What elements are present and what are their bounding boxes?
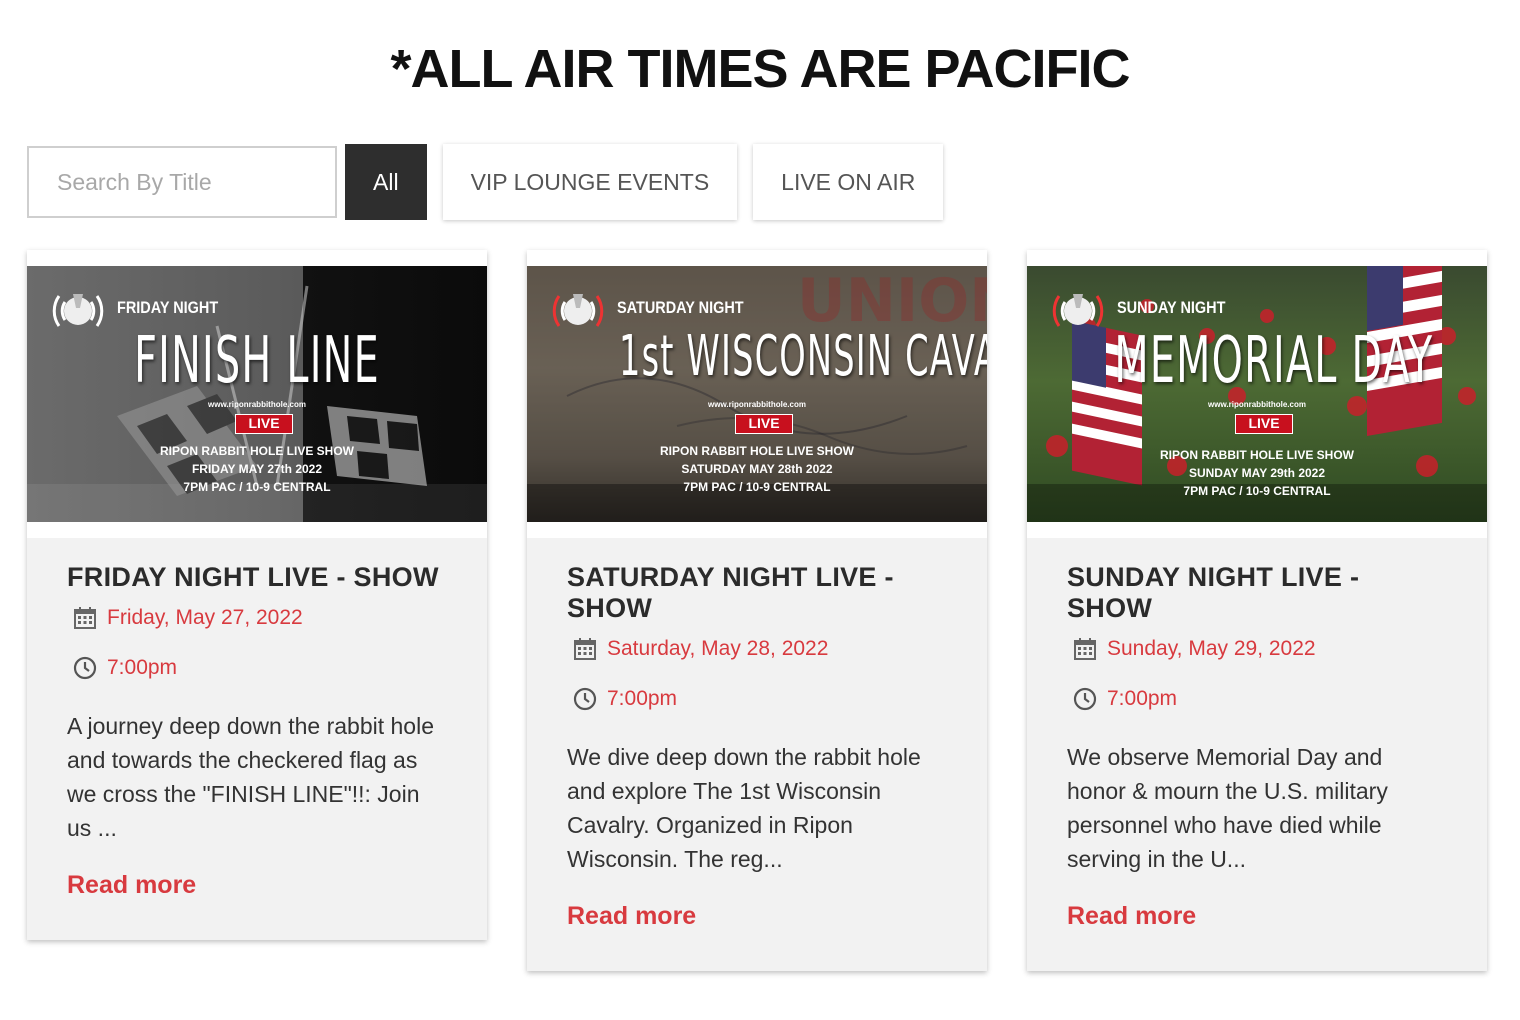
calendar-icon xyxy=(574,638,596,660)
event-time: 7:00pm xyxy=(107,656,178,679)
event-date: Friday, May 27, 2022 xyxy=(107,606,303,629)
event-date-row: Friday, May 27, 2022 xyxy=(67,605,447,631)
search-input[interactable] xyxy=(27,146,337,218)
event-date: Sunday, May 29, 2022 xyxy=(1107,637,1316,660)
banner-night-label: SATURDAY NIGHT xyxy=(617,298,744,317)
live-badge: LIVE xyxy=(1235,414,1293,434)
event-banner-image[interactable]: FRIDAY NIGHT FINISH LINE www.riponrabbit… xyxy=(27,266,487,522)
event-date-row: Sunday, May 29, 2022 xyxy=(1067,636,1447,662)
rabbit-radio-logo-icon xyxy=(1052,294,1104,327)
event-excerpt: A journey deep down the rabbit hole and … xyxy=(67,713,434,841)
banner-info: RIPON RABBIT HOLE LIVE SHOW FRIDAY MAY 2… xyxy=(27,442,487,496)
banner-info-line: 7PM PAC / 10-9 CENTRAL xyxy=(683,480,831,494)
banner-info-line: 7PM PAC / 10-9 CENTRAL xyxy=(1183,484,1331,498)
banner-info-line: RIPON RABBIT HOLE LIVE SHOW xyxy=(159,444,354,458)
event-excerpt: We observe Memorial Day and honor & mour… xyxy=(1067,744,1388,872)
read-more-link[interactable]: Read more xyxy=(1067,902,1196,931)
event-date-row: Saturday, May 28, 2022 xyxy=(567,636,947,662)
banner-info-line: SUNDAY MAY 29th 2022 xyxy=(1188,466,1326,480)
banner-info-line: RIPON RABBIT HOLE LIVE SHOW xyxy=(659,444,854,458)
banner-title: FINISH LINE xyxy=(134,324,380,398)
banner-night-label: FRIDAY NIGHT xyxy=(117,298,219,317)
calendar-icon xyxy=(74,607,96,629)
event-card: UNION SATURDAY NIGHT 1st WISCONSIN CAVAL… xyxy=(527,250,987,971)
banner-info-line: SATURDAY MAY 28th 2022 xyxy=(681,462,833,476)
banner-info-line: FRIDAY MAY 27th 2022 xyxy=(191,462,323,476)
banner-site: www.riponrabbithole.com xyxy=(708,400,806,409)
clock-icon xyxy=(573,687,597,711)
read-more-link[interactable]: Read more xyxy=(67,871,196,900)
banner-info-line: 7PM PAC / 10-9 CENTRAL xyxy=(183,480,331,494)
banner-info-line: RIPON RABBIT HOLE LIVE SHOW xyxy=(1159,448,1354,462)
read-more-link[interactable]: Read more xyxy=(567,902,696,931)
calendar-icon xyxy=(1074,638,1096,660)
banner-info: RIPON RABBIT HOLE LIVE SHOW SUNDAY MAY 2… xyxy=(1027,446,1487,500)
banner-title: MEMORIAL DAY xyxy=(1114,324,1434,398)
event-date: Saturday, May 28, 2022 xyxy=(607,637,829,660)
filter-vip-lounge-events-button[interactable]: VIP LOUNGE EVENTS xyxy=(442,144,738,220)
rabbit-radio-logo-icon xyxy=(52,294,104,327)
event-time-row: 7:00pm xyxy=(67,655,447,681)
banner-site: www.riponrabbithole.com xyxy=(1208,400,1306,409)
event-banner-image[interactable]: UNION SATURDAY NIGHT 1st WISCONSIN CAVAL… xyxy=(527,266,987,522)
page-title: *ALL AIR TIMES ARE PACIFIC xyxy=(390,39,1130,99)
event-time-row: 7:00pm xyxy=(1067,686,1447,712)
event-title[interactable]: SUNDAY NIGHT LIVE - SHOW xyxy=(1067,562,1447,624)
clock-icon xyxy=(73,656,97,680)
event-card: FRIDAY NIGHT FINISH LINE www.riponrabbit… xyxy=(27,250,487,940)
filter-all-button[interactable]: All xyxy=(345,144,427,220)
event-time: 7:00pm xyxy=(1107,687,1178,710)
event-banner-image[interactable]: SUNDAY NIGHT MEMORIAL DAY www.riponrabbi… xyxy=(1027,266,1487,522)
banner-night-label: SUNDAY NIGHT xyxy=(1117,298,1226,317)
rabbit-radio-logo-icon xyxy=(552,294,604,327)
event-card: SUNDAY NIGHT MEMORIAL DAY www.riponrabbi… xyxy=(1027,250,1487,971)
event-title[interactable]: SATURDAY NIGHT LIVE - SHOW xyxy=(567,562,947,624)
event-time-row: 7:00pm xyxy=(567,686,947,712)
filter-live-on-air-button[interactable]: LIVE ON AIR xyxy=(753,144,944,220)
live-badge: LIVE xyxy=(235,414,293,434)
event-title[interactable]: FRIDAY NIGHT LIVE - SHOW xyxy=(67,562,447,593)
filter-bar: All VIP LOUNGE EVENTS LIVE ON AIR xyxy=(27,144,944,220)
live-badge: LIVE xyxy=(735,414,793,434)
event-time: 7:00pm xyxy=(607,687,678,710)
banner-info: RIPON RABBIT HOLE LIVE SHOW SATURDAY MAY… xyxy=(527,442,987,496)
banner-site: www.riponrabbithole.com xyxy=(208,400,306,409)
event-excerpt: We dive deep down the rabbit hole and ex… xyxy=(567,744,921,872)
banner-title: 1st WISCONSIN CAVALRY xyxy=(619,324,987,389)
clock-icon xyxy=(1073,687,1097,711)
